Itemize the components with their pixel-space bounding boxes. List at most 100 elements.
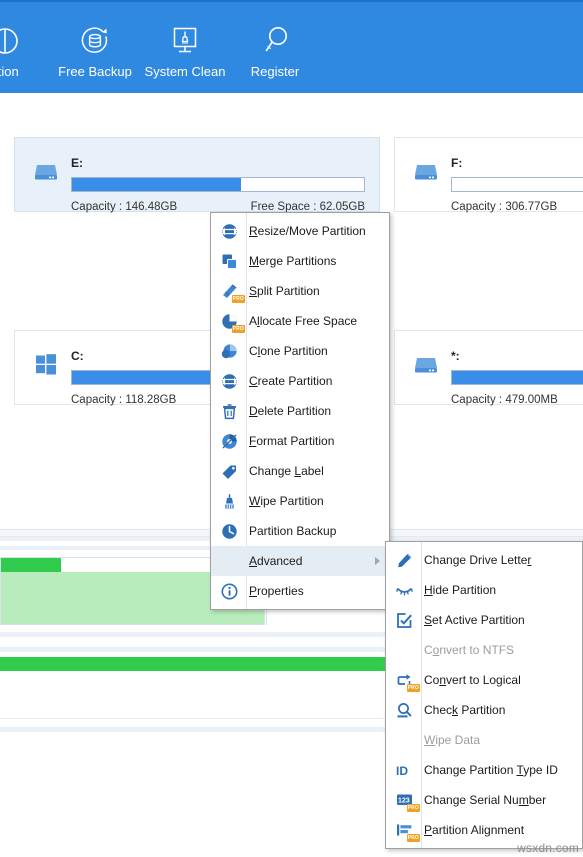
submenu-item-set-active-partition[interactable]: Set Active Partition <box>386 605 582 635</box>
magnifier-icon <box>258 24 292 58</box>
menu-item-label: Clone Partition <box>249 344 328 358</box>
toolbar-button-partition[interactable]: tition <box>0 24 50 79</box>
menu-item-label: Create Partition <box>249 374 333 388</box>
pencil-icon <box>386 545 422 575</box>
menu-item-allocate-free-space[interactable]: PRO Allocate Free Space <box>211 306 389 336</box>
partition-icon <box>0 24 22 58</box>
disk-capacity-f: Capacity : 306.77GB <box>451 201 558 213</box>
menu-item-resize-move-partition[interactable]: Resize/Move Partition <box>211 216 389 246</box>
submenu-item-label: Change Serial Number <box>424 793 547 807</box>
menu-item-advanced[interactable]: Advanced <box>211 546 389 576</box>
create-partition-icon <box>211 366 247 396</box>
pro-badge: PRO <box>231 295 245 303</box>
alignment-icon: PRO <box>386 815 422 845</box>
submenu-item-label: Partition Alignment <box>424 823 525 837</box>
submenu-item-check-partition[interactable]: Check Partition <box>386 695 582 725</box>
disk-usage-fill-e <box>72 178 242 191</box>
disk-capacity-c: Capacity : 118.28GB <box>71 394 177 406</box>
submenu-item-label: Convert to NTFS <box>424 643 515 657</box>
disk-letter-e: E: <box>71 156 83 170</box>
hard-drive-icon <box>413 158 439 184</box>
svg-text:ID: ID <box>396 764 408 778</box>
context-menu[interactable]: Resize/Move Partition Merge Partitions P… <box>210 212 390 610</box>
pro-badge: PRO <box>231 325 245 333</box>
check-partition-icon <box>386 695 422 725</box>
submenu-item-wipe-data: Wipe Data <box>386 725 582 755</box>
allocate-space-icon: PRO <box>211 306 247 336</box>
disk-usage-bar-f <box>451 177 583 192</box>
menu-item-label: Format Partition <box>249 434 335 448</box>
toolbar-button-system-clean[interactable]: System Clean <box>140 24 230 79</box>
pro-badge: PRO <box>406 804 420 812</box>
menu-item-merge-partitions[interactable]: Merge Partitions <box>211 246 389 276</box>
menu-item-label: Merge Partitions <box>249 254 337 268</box>
set-active-icon <box>386 605 422 635</box>
hide-eye-icon <box>386 575 422 605</box>
convert-logical-icon: PRO <box>386 665 422 695</box>
menu-item-create-partition[interactable]: Create Partition <box>211 366 389 396</box>
menu-item-split-partition[interactable]: PRO Split Partition <box>211 276 389 306</box>
clone-icon <box>211 336 247 366</box>
disk-panel-head: *: Capacity : 479.00MB <box>395 331 583 407</box>
toolbar-label-register: Register <box>250 64 300 79</box>
menu-item-clone-partition[interactable]: Clone Partition <box>211 336 389 366</box>
submenu-item-convert-to-ntfs: Convert to NTFS <box>386 635 582 665</box>
pro-badge: PRO <box>406 684 420 692</box>
submenu-item-convert-to-logical[interactable]: PRO Convert to Logical <box>386 665 582 695</box>
advanced-submenu[interactable]: Change Drive Letter Hide Partition Set A… <box>385 541 583 849</box>
hard-drive-icon <box>413 351 439 377</box>
id-icon: ID <box>386 755 422 785</box>
windows-logo-icon <box>33 351 59 377</box>
menu-item-format-partition[interactable]: Format Partition <box>211 426 389 456</box>
advanced-icon-placeholder <box>211 546 247 576</box>
menu-item-label: Partition Backup <box>249 524 337 538</box>
menu-item-properties[interactable]: Properties <box>211 576 389 606</box>
disk-panel-f[interactable]: F: Capacity : 306.77GB <box>394 137 583 214</box>
disk-panel-head: E: Capacity : 146.48GB Free Space : 62.0… <box>15 138 379 214</box>
wipe-brush-icon <box>211 486 247 516</box>
submenu-item-label: Set Active Partition <box>424 613 525 627</box>
menu-item-wipe-partition[interactable]: Wipe Partition <box>211 486 389 516</box>
menu-item-label: Resize/Move Partition <box>249 224 366 238</box>
toolbar-label-system-clean: System Clean <box>144 64 226 79</box>
menu-item-change-label[interactable]: Change Label <box>211 456 389 486</box>
disk-capacity-star: Capacity : 479.00MB <box>451 394 558 406</box>
disk-usage-bar-star <box>451 370 583 385</box>
submenu-item-label: Check Partition <box>424 703 506 717</box>
toolbar-label-partition: tition <box>0 64 19 79</box>
disk-panel-body: E: Capacity : 146.48GB Free Space : 62.0… <box>71 156 379 214</box>
submenu-item-label: Hide Partition <box>424 583 497 597</box>
disk-letter-star: *: <box>451 349 460 363</box>
disk-panel-e[interactable]: E: Capacity : 146.48GB Free Space : 62.0… <box>14 137 380 214</box>
submenu-item-hide-partition[interactable]: Hide Partition <box>386 575 582 605</box>
submenu-item-label: Change Drive Letter <box>424 553 532 567</box>
menu-item-partition-backup[interactable]: Partition Backup <box>211 516 389 546</box>
watermark: wsxdn.com <box>517 841 579 855</box>
toolbar-button-free-backup[interactable]: Free Backup <box>50 24 140 79</box>
resize-move-icon <box>211 216 247 246</box>
disk-stats-f: Capacity : 306.77GB <box>451 200 583 214</box>
disk-panel-body: F: Capacity : 306.77GB <box>451 156 583 214</box>
disk-capacity-e: Capacity : 146.48GB <box>71 201 178 213</box>
submenu-item-change-drive-letter[interactable]: Change Drive Letter <box>386 545 582 575</box>
backup-database-icon <box>78 24 112 58</box>
tag-icon <box>211 456 247 486</box>
broom-monitor-icon <box>168 24 202 58</box>
disk-stats-star: Capacity : 479.00MB <box>451 393 583 407</box>
info-icon <box>211 576 247 606</box>
menu-item-label: Advanced <box>249 554 303 568</box>
serial-number-icon: 123 PRO <box>386 785 422 815</box>
submenu-item-change-serial-number[interactable]: 123 PRO Change Serial Number <box>386 785 582 815</box>
disk-panel-body: *: Capacity : 479.00MB <box>451 349 583 407</box>
toolbar-label-free-backup: Free Backup <box>58 64 132 79</box>
menu-item-label: Split Partition <box>249 284 320 298</box>
split-icon: PRO <box>211 276 247 306</box>
trash-icon <box>211 396 247 426</box>
chevron-right-icon <box>375 557 380 565</box>
main-toolbar: tition Free Backup <box>0 0 583 93</box>
disk-panel-star[interactable]: *: Capacity : 479.00MB <box>394 330 583 407</box>
toolbar-button-register[interactable]: Register <box>230 24 320 79</box>
menu-item-delete-partition[interactable]: Delete Partition <box>211 396 389 426</box>
disk-usage-fill-star <box>452 371 583 384</box>
submenu-item-change-partition-type-id[interactable]: ID Change Partition Type ID <box>386 755 582 785</box>
